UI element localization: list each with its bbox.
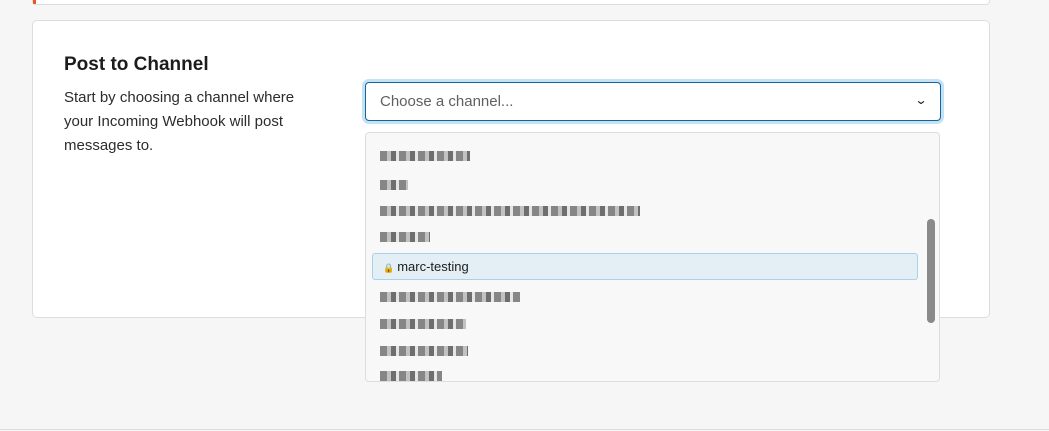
list-item[interactable] xyxy=(380,180,408,190)
channel-dropdown[interactable]: 🔒 marc-testing xyxy=(365,132,940,382)
list-item-selected[interactable]: 🔒 marc-testing xyxy=(372,253,918,280)
section-description: Start by choosing a channel where your I… xyxy=(64,89,295,154)
list-item[interactable] xyxy=(380,232,430,242)
divider xyxy=(0,429,1049,430)
list-item[interactable] xyxy=(380,346,468,356)
chevron-down-icon[interactable]: ⌄ xyxy=(914,93,927,107)
accent-bar xyxy=(33,0,36,4)
channel-select[interactable]: Choose a channel... ⌄ xyxy=(365,82,941,121)
list-item[interactable] xyxy=(380,371,442,381)
list-item[interactable] xyxy=(380,319,466,329)
section-title: Post to Channel xyxy=(64,54,209,75)
lock-icon: 🔒 xyxy=(383,263,395,273)
list-item[interactable] xyxy=(380,292,520,302)
scrollbar[interactable] xyxy=(927,219,935,323)
list-item[interactable] xyxy=(380,206,640,216)
channel-name: marc-testing xyxy=(397,259,469,274)
channel-select-placeholder: Choose a channel... xyxy=(380,93,514,110)
list-item[interactable] xyxy=(380,151,470,161)
previous-card xyxy=(32,0,990,5)
